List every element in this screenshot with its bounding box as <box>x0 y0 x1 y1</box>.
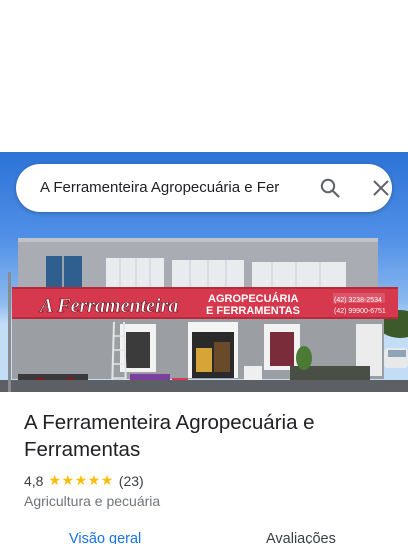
search-icon[interactable] <box>318 176 342 200</box>
star-icon: ★ <box>74 473 88 489</box>
sign-name: A Ferramenteira <box>38 295 178 317</box>
star-icon: ★ <box>100 473 114 489</box>
search-bar[interactable]: A Ferramenteira Agropecuária e Fer <box>16 164 392 212</box>
place-category: Agricultura e pecuária <box>24 493 161 509</box>
place-title: A Ferramenteira Agropecuária e Ferrament… <box>24 411 315 461</box>
sign-phone1: (42) 3238-2534 <box>334 297 382 304</box>
star-icon: ★ <box>48 473 62 489</box>
search-input[interactable]: A Ferramenteira Agropecuária e Fer <box>40 178 302 198</box>
rating-value: 4,8 <box>24 473 44 489</box>
rating-stars: ★ ★ ★ ★ ★ <box>48 474 113 488</box>
close-icon[interactable] <box>369 176 393 200</box>
sign-line2: E FERRAMENTAS <box>206 305 300 317</box>
tab-reviews[interactable]: Avaliações <box>266 531 336 544</box>
sign-line1: AGROPECUÁRIA <box>208 292 299 305</box>
review-count[interactable]: (23) <box>119 473 144 489</box>
map-blank-area <box>0 0 408 152</box>
star-icon: ★ <box>87 473 101 489</box>
tab-overview[interactable]: Visão geral <box>69 531 141 544</box>
rating-row[interactable]: 4,8 ★ ★ ★ ★ ★ (23) <box>24 472 144 490</box>
star-icon: ★ <box>61 473 75 489</box>
sign-phone2: (42) 99900-6751 <box>334 308 386 315</box>
